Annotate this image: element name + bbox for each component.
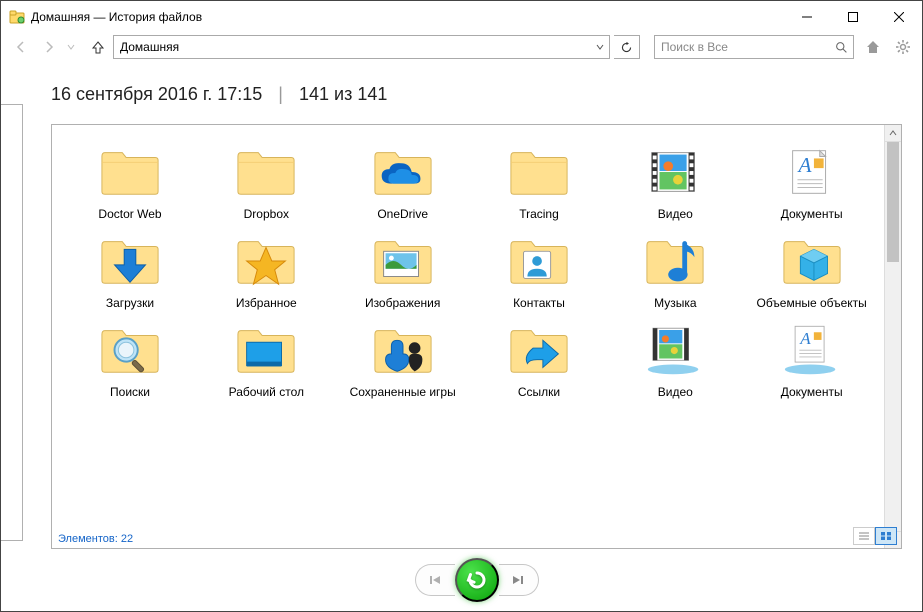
documents-icon: A <box>772 139 852 205</box>
scroll-thumb[interactable] <box>887 142 899 262</box>
folder-label: Документы <box>781 385 843 400</box>
folder-item[interactable]: Ссылки <box>475 317 603 400</box>
plain-icon <box>90 139 170 205</box>
next-version-button[interactable] <box>499 564 539 596</box>
documents-lib-icon: A <box>772 317 852 383</box>
folder-label: Dropbox <box>244 207 289 222</box>
folder-label: Загрузки <box>106 296 154 311</box>
recent-dropdown-icon[interactable] <box>65 35 77 59</box>
music-icon <box>635 228 715 294</box>
folder-item[interactable]: Doctor Web <box>66 139 194 222</box>
folder-label: Избранное <box>236 296 297 311</box>
snapshot-header: 16 сентября 2016 г. 17:15 | 141 из 141 <box>51 64 902 124</box>
svg-text:A: A <box>796 153 812 177</box>
folder-label: Объемные объекты <box>756 296 866 311</box>
folder-label: Видео <box>658 207 693 222</box>
svg-text:A: A <box>799 329 811 348</box>
pictures-icon <box>363 228 443 294</box>
address-dropdown-icon[interactable] <box>591 36 609 58</box>
folder-label: Музыка <box>654 296 696 311</box>
folder-label: Сохраненные игры <box>350 385 456 400</box>
folder-label: Рабочий стол <box>229 385 304 400</box>
folder-label: Doctor Web <box>98 207 161 222</box>
refresh-button[interactable] <box>614 35 640 59</box>
folder-label: Поиски <box>110 385 150 400</box>
home-icon[interactable] <box>862 36 884 58</box>
prev-version-sliver[interactable] <box>1 104 23 541</box>
folder-item[interactable]: Сохраненные игры <box>339 317 467 400</box>
folder-item[interactable]: Объемные объекты <box>748 228 876 311</box>
forward-button[interactable] <box>37 35 61 59</box>
folder-item[interactable]: Контакты <box>475 228 603 311</box>
links-icon <box>499 317 579 383</box>
search-input[interactable] <box>655 40 829 54</box>
videos-lib-icon <box>635 317 715 383</box>
file-grid: Doctor Web Dropbox OneDrive Tracing Видео A До… <box>66 139 880 400</box>
gear-icon[interactable] <box>892 36 914 58</box>
view-details-button[interactable] <box>853 527 875 545</box>
status-count: Элементов: 22 <box>58 533 133 545</box>
folder-item[interactable]: Загрузки <box>66 228 194 311</box>
folder-label: Контакты <box>513 296 565 311</box>
scrollbar[interactable] <box>884 125 901 548</box>
folder-item[interactable]: Tracing <box>475 139 603 222</box>
title-bar: Домашняя — История файлов <box>1 1 922 32</box>
onedrive-icon <box>363 139 443 205</box>
searches-icon <box>90 317 170 383</box>
videos-icon <box>635 139 715 205</box>
maximize-button[interactable] <box>830 1 876 32</box>
folder-item[interactable]: Поиски <box>66 317 194 400</box>
app-icon <box>9 9 25 25</box>
folder-item[interactable]: A Документы <box>748 317 876 400</box>
folder-label: OneDrive <box>377 207 428 222</box>
up-button[interactable] <box>87 36 109 58</box>
folder-label: Изображения <box>365 296 440 311</box>
folder-item[interactable]: Музыка <box>611 228 739 311</box>
search-box[interactable] <box>654 35 854 59</box>
folder-item[interactable]: Избранное <box>202 228 330 311</box>
snapshot-date: 16 сентября 2016 г. 17:15 <box>51 84 262 105</box>
address-input[interactable] <box>114 36 591 58</box>
savedgames-icon <box>363 317 443 383</box>
history-controls <box>51 549 902 611</box>
folder-item[interactable]: Видео <box>611 139 739 222</box>
window-title: Домашняя — История файлов <box>31 10 202 24</box>
downloads-icon <box>90 228 170 294</box>
folder-item[interactable]: A Документы <box>748 139 876 222</box>
scroll-up-icon[interactable] <box>885 125 901 142</box>
folder-label: Tracing <box>519 207 559 222</box>
folder-label: Ссылки <box>518 385 560 400</box>
search-icon[interactable] <box>829 36 853 58</box>
restore-button[interactable] <box>455 558 499 602</box>
snapshot-position: 141 из 141 <box>299 84 387 105</box>
plain-icon <box>499 139 579 205</box>
folder-item[interactable]: Рабочий стол <box>202 317 330 400</box>
view-icons-button[interactable] <box>875 527 897 545</box>
folder-item[interactable]: Dropbox <box>202 139 330 222</box>
close-button[interactable] <box>876 1 922 32</box>
objects3d-icon <box>772 228 852 294</box>
folder-label: Документы <box>781 207 843 222</box>
back-button[interactable] <box>9 35 33 59</box>
previous-version-button[interactable] <box>415 564 455 596</box>
folder-label: Видео <box>658 385 693 400</box>
favorites-icon <box>226 228 306 294</box>
minimize-button[interactable] <box>784 1 830 32</box>
plain-icon <box>226 139 306 205</box>
contacts-icon <box>499 228 579 294</box>
address-bar[interactable] <box>113 35 610 59</box>
folder-item[interactable]: Видео <box>611 317 739 400</box>
desktop-icon <box>226 317 306 383</box>
folder-item[interactable]: Изображения <box>339 228 467 311</box>
toolbar <box>1 32 922 64</box>
window: Домашняя — История файлов 16 сен <box>0 0 923 612</box>
file-pane: Doctor Web Dropbox OneDrive Tracing Видео A До… <box>51 124 902 549</box>
folder-item[interactable]: OneDrive <box>339 139 467 222</box>
